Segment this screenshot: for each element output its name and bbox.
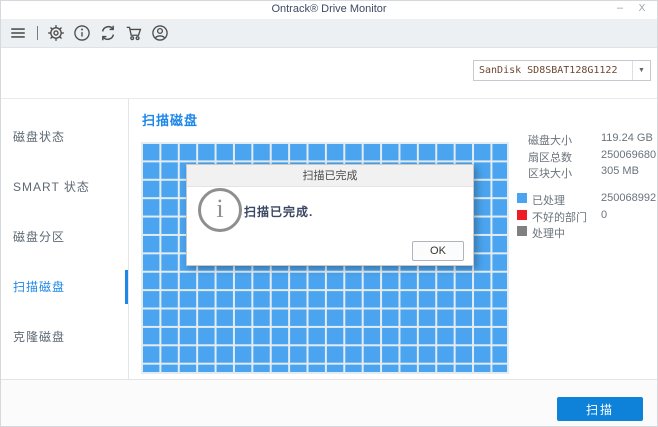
legend-row-bad-sectors: 不好的部门 0 — [517, 208, 657, 225]
dialog-body: i 扫描已完成. OK — [187, 187, 473, 265]
scan-complete-dialog: 扫描已完成 i 扫描已完成. OK — [186, 164, 474, 266]
minimize-button[interactable]: – — [613, 2, 627, 14]
refresh-icon[interactable] — [99, 24, 117, 42]
stat-label: 区块大小 — [528, 168, 572, 180]
drive-selector-dropdown[interactable]: SanDisk SD8SBAT128G1122 ▼ — [473, 60, 651, 81]
stat-value: 305 MB — [601, 165, 639, 177]
stat-row-total-sectors: 扇区总数 250069680 — [517, 148, 657, 165]
toolbar-divider — [37, 26, 38, 40]
toolbar — [1, 19, 657, 48]
stat-row-disk-size: 磁盘大小 119.24 GB — [517, 131, 657, 148]
dropdown-arrow-button[interactable]: ▼ — [632, 61, 650, 80]
stat-label: 扇区总数 — [528, 151, 572, 164]
cart-icon[interactable] — [125, 24, 143, 42]
drive-selector-value: SanDisk SD8SBAT128G1122 — [479, 65, 618, 76]
info-circle-icon: i — [198, 188, 242, 232]
sidebar-item-label: 克隆磁盘 — [13, 330, 66, 344]
chevron-down-icon: ▼ — [638, 67, 645, 74]
stat-row-block-size: 区块大小 305 MB — [517, 164, 657, 181]
legend-label: 已处理 — [532, 195, 565, 207]
app-window: Ontrack® Drive Monitor – X SanDisk SD8SB… — [0, 0, 658, 427]
dialog-message: 扫描已完成. — [244, 205, 314, 219]
scan-button[interactable]: 扫描 — [557, 397, 643, 421]
ok-button[interactable]: OK — [412, 241, 464, 261]
stat-label: 磁盘大小 — [528, 135, 572, 147]
sidebar-item-scan-disk[interactable]: 扫描磁盘 — [1, 262, 128, 312]
sidebar: 磁盘状态 SMART 状态 磁盘分区 扫描磁盘 克隆磁盘 — [1, 99, 129, 379]
sidebar-item-label: 磁盘分区 — [13, 230, 66, 244]
disk-stats: 磁盘大小 119.24 GB 扇区总数 250069680 区块大小 305 M… — [517, 131, 657, 181]
title-bar: Ontrack® Drive Monitor – X — [1, 1, 657, 19]
bad-sectors-color-swatch — [517, 209, 527, 220]
active-indicator-bar — [125, 270, 128, 304]
dialog-title: 扫描已完成 — [187, 165, 473, 187]
processing-color-swatch — [517, 226, 527, 236]
sidebar-item-label: SMART 状态 — [13, 180, 90, 194]
stat-value: 119.24 GB — [601, 132, 653, 144]
sidebar-item-disk-partitions[interactable]: 磁盘分区 — [1, 212, 128, 262]
info-icon[interactable] — [73, 24, 91, 42]
legend-label: 处理中 — [532, 228, 565, 240]
legend-row-processed: 已处理 250068992 — [517, 191, 657, 208]
stat-value: 250069680 — [601, 148, 657, 161]
sidebar-item-clone-disk[interactable]: 克隆磁盘 — [1, 312, 128, 362]
menu-icon[interactable] — [9, 24, 27, 42]
sidebar-item-label: 扫描磁盘 — [13, 280, 66, 294]
sidebar-item-smart-status[interactable]: SMART 状态 — [1, 162, 128, 212]
close-button[interactable]: X — [635, 3, 649, 14]
page-title: 扫描磁盘 — [142, 113, 199, 128]
legend-label: 不好的部门 — [532, 211, 587, 224]
settings-gear-icon[interactable] — [47, 24, 65, 42]
sidebar-item-disk-status[interactable]: 磁盘状态 — [1, 112, 128, 162]
scan-legend: 已处理 250068992 不好的部门 0 处理中 — [517, 191, 657, 241]
window-title: Ontrack® Drive Monitor — [271, 3, 387, 15]
account-icon[interactable] — [151, 24, 169, 42]
legend-row-processing: 处理中 — [517, 224, 657, 241]
legend-value: 250068992 — [601, 192, 657, 204]
legend-value: 0 — [601, 208, 608, 221]
processed-color-swatch — [517, 193, 527, 203]
sidebar-item-label: 磁盘状态 — [13, 130, 66, 144]
